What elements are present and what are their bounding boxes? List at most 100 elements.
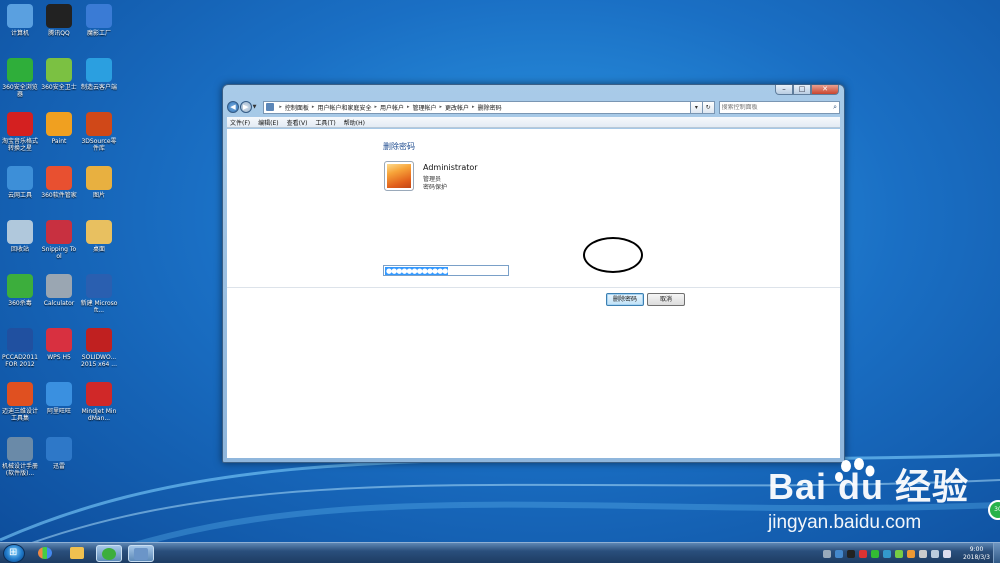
desktop-icon[interactable]: 迈迪三维设计工具集 [1, 382, 39, 422]
desktop-icon[interactable]: 迅雷 [40, 437, 78, 470]
desktop-icon[interactable]: WPS H5 [40, 328, 78, 361]
desktop-icon[interactable]: 360杀毒 [1, 274, 39, 307]
search-box[interactable]: ⌕ [718, 100, 841, 114]
tray-app-icon[interactable] [859, 549, 868, 558]
desktop-icon-label: 云网工具 [7, 192, 32, 199]
desktop-icon[interactable]: 魔影工厂 [80, 4, 118, 37]
desktop-icon[interactable]: 360安全卫士 [40, 58, 78, 91]
menu-edit[interactable]: 编辑(E) [258, 118, 278, 127]
breadcrumb-item[interactable]: 删除密码 [478, 103, 502, 112]
desktop-icon-label: 机械设计手册(软件版)... [1, 463, 38, 477]
app-icon [7, 328, 33, 352]
app-icon [46, 437, 72, 461]
control-panel-icon [134, 548, 148, 560]
desktop-icon-label: Paint [51, 138, 67, 145]
tray-flag-icon[interactable] [919, 549, 928, 558]
desktop-icon[interactable]: 云网工具 [1, 166, 39, 199]
desktop-icon[interactable]: Paint [40, 112, 78, 145]
breadcrumb-chevron-icon: ▸ [279, 104, 282, 110]
start-button[interactable] [3, 544, 25, 563]
clock[interactable]: 9:00 2018/3/3 [963, 546, 990, 562]
current-password-field[interactable]: ●●●●●●●●●●●● [383, 265, 509, 276]
breadcrumb-chevron-icon: ▸ [311, 104, 315, 110]
folder-icon [70, 547, 84, 559]
search-input[interactable] [721, 103, 822, 111]
desktop-icon[interactable]: 3DSource零件库 [80, 112, 118, 152]
desktop-icon[interactable]: 阿里旺旺 [40, 382, 78, 415]
desktop-icon[interactable]: SOLIDWO... 2015 x64 ... [80, 328, 118, 368]
desktop-icon[interactable]: 腾讯QQ [40, 4, 78, 37]
desktop-icon[interactable]: 机械设计手册(软件版)... [1, 437, 39, 477]
desktop-icon[interactable]: Calculator [40, 274, 78, 307]
desktop-icon-label: 新建 Microsoft... [80, 300, 118, 314]
desktop-icon-label: 360软件管家 [41, 192, 77, 199]
address-bar[interactable]: ▸ 控制面板 ▸ 用户帐户和家庭安全 ▸ 用户帐户 ▸ 管理帐户 ▸ 更改帐户 … [263, 100, 692, 114]
breadcrumb-chevron-icon: ▸ [439, 104, 443, 110]
desktop-icon[interactable]: PCCAD2011 FOR 2012 [1, 328, 39, 368]
desktop-icon[interactable]: Snipping Tool [40, 220, 78, 260]
app-icon [7, 112, 33, 136]
menu-file[interactable]: 文件(F) [230, 118, 250, 127]
floating-badge[interactable]: 30 [988, 500, 1000, 520]
refresh-icon[interactable]: ↻ [702, 100, 715, 114]
taskbar-explorer[interactable] [64, 545, 90, 562]
app-icon [7, 4, 33, 28]
desktop-icon[interactable]: 桌面 [80, 220, 118, 253]
app-icon [7, 382, 33, 406]
app-icon [7, 166, 33, 190]
maximize-button[interactable]: □ [793, 85, 811, 95]
breadcrumb-item[interactable]: 用户帐户 [380, 103, 404, 112]
menu-help[interactable]: 帮助(H) [344, 118, 365, 127]
cancel-button[interactable]: 取消 [647, 293, 685, 306]
tray-app-icon[interactable] [883, 549, 892, 558]
tray-arrow-icon[interactable] [823, 549, 832, 558]
desktop-icon[interactable]: 淘宝音乐格式转换之星 [1, 112, 39, 152]
forward-arrow-icon[interactable]: ▶ [239, 101, 252, 113]
desktop-icon-label: 腾讯QQ [48, 30, 70, 37]
app-icon [86, 220, 112, 244]
close-button[interactable]: ✕ [811, 85, 839, 95]
delete-password-button[interactable]: 删除密码 [606, 293, 644, 306]
breadcrumb-chevron-icon: ▸ [374, 104, 377, 110]
desktop-icon-label: MindJet MindMan... [81, 408, 117, 422]
desktop-icon[interactable]: 制造云客户端 [80, 58, 118, 91]
taskbar-control-panel[interactable] [128, 545, 154, 562]
search-icon[interactable]: ⌕ [833, 103, 837, 112]
browser-icon [102, 548, 116, 560]
tray-app-icon[interactable] [847, 549, 856, 558]
taskbar-pinned-app[interactable] [32, 545, 58, 562]
tray-app-icon[interactable] [907, 549, 916, 558]
tray-app-icon[interactable] [835, 549, 844, 558]
desktop-icon[interactable]: MindJet MindMan... [80, 382, 118, 422]
desktop-icon[interactable]: 新建 Microsoft... [80, 274, 118, 314]
breadcrumb-item[interactable]: 控制面板 [285, 103, 309, 112]
show-desktop-button[interactable] [993, 543, 1000, 563]
recent-pages-dropdown-icon[interactable]: ▼ [253, 104, 261, 110]
divider [227, 287, 840, 288]
breadcrumb-item[interactable]: 用户帐户和家庭安全 [317, 103, 371, 112]
menu-view[interactable]: 查看(V) [287, 118, 308, 127]
user-avatar [384, 161, 414, 191]
breadcrumb-item[interactable]: 管理帐户 [413, 103, 437, 112]
back-arrow-icon[interactable]: ◀ [227, 101, 239, 113]
content-pane: 删除密码 Administrator 管理员 密码保护 ●●●●●●●●●●●●… [227, 129, 840, 458]
desktop-icon-label: 迅雷 [52, 463, 65, 470]
app-icon [86, 166, 112, 190]
desktop-icon[interactable]: 回收站 [1, 220, 39, 253]
desktop-icon[interactable]: 360安全浏览器 [1, 58, 39, 98]
app-icon [46, 328, 72, 352]
taskbar-browser[interactable] [96, 545, 122, 562]
minimize-button[interactable]: – [775, 85, 793, 95]
desktop-icon[interactable]: 计算机 [1, 4, 39, 37]
desktop-icon[interactable]: 图片 [80, 166, 118, 199]
tray-app-icon[interactable] [895, 549, 904, 558]
control-panel-icon [266, 103, 275, 111]
menu-tools[interactable]: 工具(T) [315, 118, 335, 127]
desktop-icon-label: 桌面 [92, 246, 105, 253]
volume-icon[interactable] [943, 549, 952, 558]
network-icon[interactable] [931, 549, 940, 558]
address-dropdown-icon[interactable]: ▾ [691, 100, 703, 114]
tray-app-icon[interactable] [871, 549, 880, 558]
desktop-icon[interactable]: 360软件管家 [40, 166, 78, 199]
breadcrumb-item[interactable]: 更改帐户 [445, 103, 469, 112]
